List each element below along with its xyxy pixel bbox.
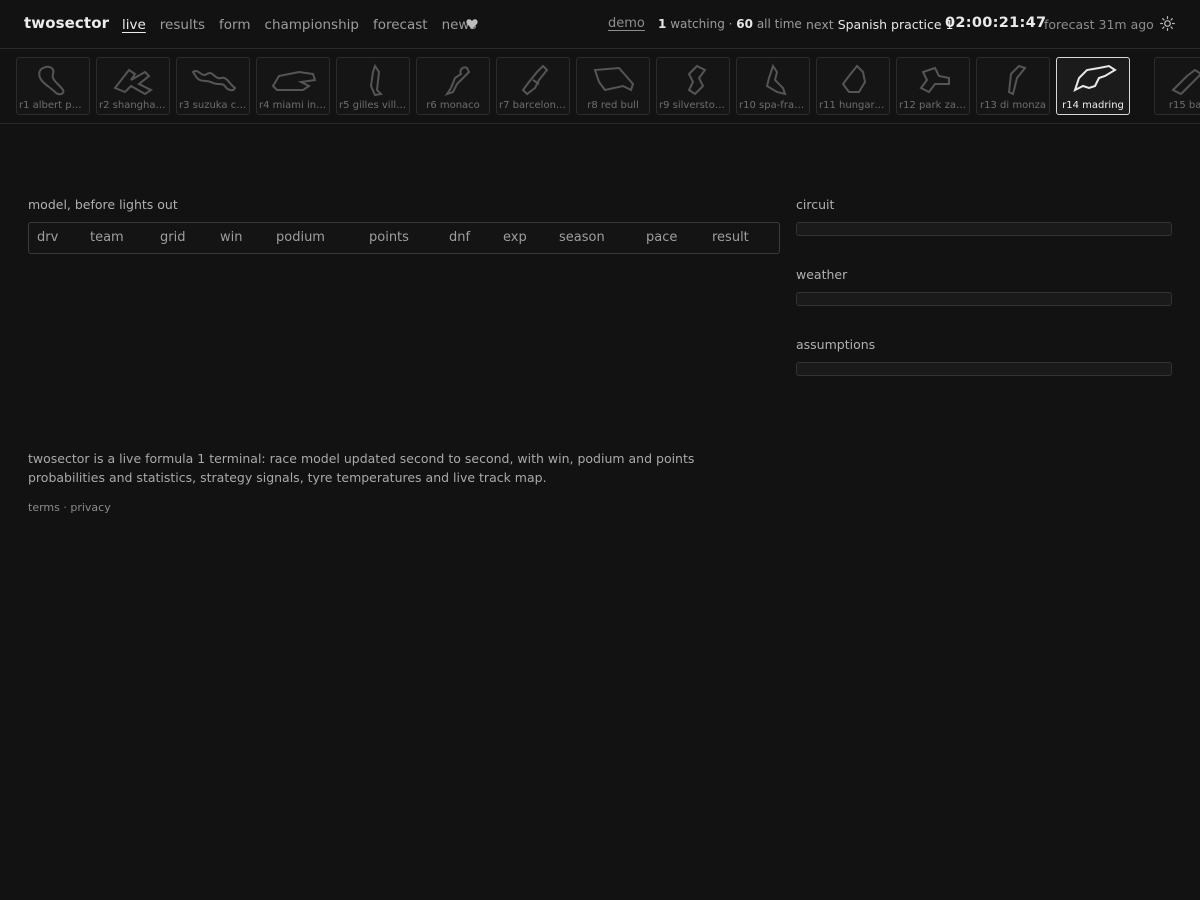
track-label: r1 albert park: [19, 100, 87, 111]
sun-icon[interactable]: [1160, 16, 1175, 31]
track-map-icon: [1171, 68, 1200, 96]
assumptions-panel: [796, 362, 1172, 376]
track-map-icon: [919, 66, 950, 94]
alltime-count: 60: [736, 17, 753, 31]
track-map-icon: [369, 63, 384, 97]
main-nav: live results form championship forecast …: [122, 16, 491, 34]
about-text: twosector is a live formula 1 terminal: …: [28, 451, 695, 485]
col-team[interactable]: team: [90, 230, 124, 245]
nav-forecast[interactable]: forecast: [373, 16, 428, 34]
circuit-selector: r1 albert park r2 shanghai international…: [0, 49, 1200, 124]
nav-championship[interactable]: championship: [265, 16, 359, 34]
col-season[interactable]: season: [559, 230, 605, 245]
track-card-r12[interactable]: r12 park zandvoort: [896, 57, 970, 115]
col-win[interactable]: win: [220, 230, 242, 245]
track-map-icon: [521, 64, 549, 96]
track-card-r15[interactable]: r15 baku: [1154, 57, 1200, 115]
weather-panel: [796, 292, 1172, 306]
model-title: model, before lights out: [28, 197, 178, 212]
track-card-r13[interactable]: r13 di monza: [976, 57, 1050, 115]
alltime-label: all time: [756, 17, 802, 31]
circuit-title: circuit: [796, 197, 835, 212]
track-label: r15 baku: [1168, 100, 1200, 111]
track-card-r14[interactable]: r14 madring: [1056, 57, 1130, 115]
track-label: r12 park zandvoort: [899, 100, 967, 111]
countdown-timer: 02:00:21:47: [945, 15, 1047, 31]
track-map-icon: [444, 66, 471, 96]
demo-link[interactable]: demo: [608, 16, 645, 31]
nav-results[interactable]: results: [160, 16, 205, 34]
nav-form[interactable]: form: [219, 16, 250, 34]
track-label: r7 barcelona-catalunya: [499, 100, 567, 111]
track-map-icon: [191, 70, 237, 92]
col-grid[interactable]: grid: [160, 230, 185, 245]
track-card-r1[interactable]: r1 albert park: [16, 57, 90, 115]
track-label: r13 di monza: [980, 100, 1046, 111]
track-card-r7[interactable]: r7 barcelona-catalunya: [496, 57, 570, 115]
track-card-r10[interactable]: r10 spa-francorchamps: [736, 57, 810, 115]
track-map-icon: [841, 64, 867, 93]
track-label: r4 miami international autodrome: [259, 100, 327, 111]
track-map-icon: [271, 70, 317, 91]
track-label: r5 gilles villeneuve: [339, 100, 407, 111]
heart-icon[interactable]: [466, 17, 478, 31]
forecast-age: forecast 31m ago: [1044, 17, 1154, 32]
col-podium[interactable]: podium: [276, 230, 325, 245]
watching-count: 1: [658, 17, 667, 31]
track-map-icon: [113, 68, 153, 96]
track-map-icon: [38, 65, 65, 96]
footer-separator: ·: [59, 501, 71, 514]
track-card-r8[interactable]: r8 red bull: [576, 57, 650, 115]
track-card-r3[interactable]: r3 suzuka circuit: [176, 57, 250, 115]
col-exp[interactable]: exp: [503, 230, 527, 245]
track-label: r2 shanghai international circuit: [99, 100, 167, 111]
assumptions-title: assumptions: [796, 337, 876, 352]
nav-live[interactable]: live: [122, 16, 146, 34]
col-result[interactable]: result: [712, 230, 749, 245]
track-card-r11[interactable]: r11 hungaroring: [816, 57, 890, 115]
track-map-icon: [687, 64, 707, 96]
col-points[interactable]: points: [369, 230, 409, 245]
next-event: Spanish practice 1: [837, 17, 954, 32]
col-pace[interactable]: pace: [646, 230, 677, 245]
track-label: r6 monaco: [426, 100, 480, 111]
track-card-r5[interactable]: r5 gilles villeneuve: [336, 57, 410, 115]
track-card-r4[interactable]: r4 miami international autodrome: [256, 57, 330, 115]
footer-links: terms · privacy: [28, 501, 111, 514]
track-map-icon: [765, 63, 787, 96]
track-card-r6[interactable]: r6 monaco: [416, 57, 490, 115]
track-label: r3 suzuka circuit: [179, 100, 247, 111]
track-label: r8 red bull: [587, 100, 639, 111]
track-label: r11 hungaroring: [819, 100, 887, 111]
next-label: next: [806, 17, 834, 32]
track-map-icon: [1073, 64, 1117, 92]
weather-title: weather: [796, 267, 848, 282]
top-bar: twosector live results form championship…: [0, 0, 1200, 49]
track-map-icon: [593, 66, 635, 92]
model-table-header: drv team grid win podium points dnf exp …: [28, 222, 780, 254]
track-label: r10 spa-francorchamps: [739, 100, 807, 111]
track-card-r2[interactable]: r2 shanghai international circuit: [96, 57, 170, 115]
next-session: next Spanish practice 1: [806, 17, 954, 32]
track-map-icon: [1007, 64, 1027, 96]
terms-link[interactable]: terms: [28, 501, 60, 514]
col-dnf[interactable]: dnf: [449, 230, 470, 245]
circuit-panel: [796, 222, 1172, 236]
privacy-link[interactable]: privacy: [70, 501, 110, 514]
track-label: r9 silverstone: [659, 100, 727, 111]
viewer-count: 1 watching · 60 all time: [658, 17, 802, 31]
track-card-r9[interactable]: r9 silverstone: [656, 57, 730, 115]
col-drv[interactable]: drv: [37, 230, 58, 245]
watching-label: watching ·: [670, 17, 733, 31]
brand-logo[interactable]: twosector: [24, 14, 109, 32]
track-label: r14 madring: [1062, 100, 1124, 111]
